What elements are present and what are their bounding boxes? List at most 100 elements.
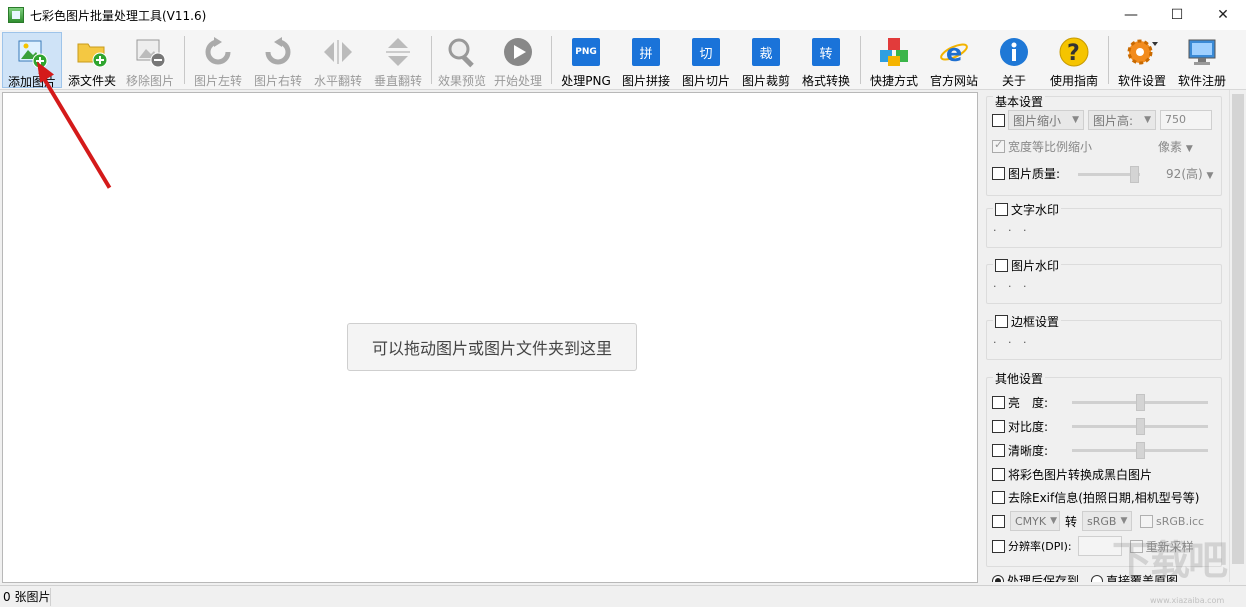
toolbar: 添加图片 添文件夹 移除图片 图片左转 图片右转 水平翻转 垂直翻转 效果预览 … bbox=[0, 30, 1246, 90]
image-list-area[interactable]: 可以拖动图片或图片文件夹到这里 bbox=[2, 92, 978, 583]
quality-label: 图片质量: bbox=[1008, 167, 1061, 181]
grayscale-row: 将彩色图片转换成黑白图片 bbox=[992, 466, 1152, 483]
window-title: 七彩色图片批量处理工具(V11.6) bbox=[30, 8, 207, 23]
toolbar-separator bbox=[1108, 36, 1109, 84]
status-bar: 0 张图片 bbox=[0, 585, 1246, 607]
help-icon: ? bbox=[1058, 36, 1090, 68]
resize-row: 图片缩小 ▼ 图片高: ▼ 750 bbox=[992, 110, 1212, 130]
guide-button[interactable]: ? 使用指南 bbox=[1044, 32, 1104, 88]
overwrite-radio[interactable] bbox=[1091, 574, 1104, 582]
color-from-select[interactable]: CMYK ▼ bbox=[1010, 511, 1060, 531]
site-watermark-url: www.xiazaiba.com bbox=[1150, 596, 1225, 605]
brightness-slider[interactable] bbox=[1072, 394, 1208, 411]
flip-horizontal-icon bbox=[322, 36, 354, 68]
magnifier-icon bbox=[446, 36, 478, 68]
ie-icon: e bbox=[938, 36, 970, 68]
preview-label: 效果预览 bbox=[437, 74, 486, 88]
crop-button[interactable]: 裁 图片裁剪 bbox=[736, 32, 796, 88]
convert-button[interactable]: 转 格式转换 bbox=[796, 32, 856, 88]
grayscale-label: 将彩色图片转换成黑白图片 bbox=[1008, 468, 1153, 482]
dimension-select[interactable]: 图片高: ▼ bbox=[1088, 110, 1156, 130]
resize-mode-select[interactable]: 图片缩小 ▼ bbox=[1008, 110, 1084, 130]
settings-label: 软件设置 bbox=[1117, 74, 1166, 88]
contrast-slider-knob[interactable] bbox=[1136, 418, 1145, 435]
rotate-right-button[interactable]: 图片右转 bbox=[248, 32, 308, 88]
rotate-left-label: 图片左转 bbox=[193, 74, 242, 88]
sharpness-label: 清晰度: bbox=[1008, 444, 1049, 458]
basic-settings-title: 基本设置 bbox=[993, 93, 1046, 110]
settings-button[interactable]: 软件设置 bbox=[1112, 32, 1172, 88]
rotate-left-icon bbox=[202, 36, 234, 68]
remove-image-label: 移除图片 bbox=[125, 74, 174, 88]
crop-label: 图片裁剪 bbox=[741, 74, 790, 88]
scrollbar-thumb[interactable] bbox=[1232, 94, 1244, 564]
slice-icon: 切 bbox=[690, 36, 722, 68]
color-convert-checkbox[interactable] bbox=[992, 514, 1005, 528]
register-button[interactable]: 软件注册 bbox=[1172, 32, 1232, 88]
gear-icon bbox=[1126, 36, 1158, 68]
grayscale-checkbox[interactable] bbox=[992, 468, 1005, 481]
brightness-label: 亮 度: bbox=[1008, 396, 1049, 410]
brightness-checkbox[interactable] bbox=[992, 396, 1005, 409]
to-label: 转 bbox=[1065, 514, 1078, 529]
stitch-button[interactable]: 拼 图片拼接 bbox=[616, 32, 676, 88]
slice-button[interactable]: 切 图片切片 bbox=[676, 32, 736, 88]
keep-ratio-checkbox[interactable] bbox=[992, 138, 1005, 153]
remove-image-icon bbox=[134, 36, 166, 68]
start-button[interactable]: 开始处理 bbox=[488, 32, 548, 88]
flip-vertical-label: 垂直翻转 bbox=[373, 74, 422, 88]
sharpness-slider-knob[interactable] bbox=[1136, 442, 1145, 459]
save-to-radio[interactable] bbox=[992, 574, 1004, 582]
convert-label: 格式转换 bbox=[801, 74, 850, 88]
dpi-checkbox[interactable] bbox=[992, 539, 1005, 553]
border-title[interactable]: 边框设置 bbox=[993, 313, 1062, 330]
register-label: 软件注册 bbox=[1177, 74, 1226, 88]
remove-image-button[interactable]: 移除图片 bbox=[120, 32, 180, 88]
contrast-slider[interactable] bbox=[1072, 418, 1208, 435]
rotate-right-icon bbox=[262, 36, 294, 68]
process-png-button[interactable]: PNG 处理PNG bbox=[556, 32, 616, 88]
contrast-label: 对比度: bbox=[1008, 420, 1049, 434]
flip-horizontal-button[interactable]: 水平翻转 bbox=[308, 32, 368, 88]
keep-ratio-label: 宽度等比例缩小 bbox=[1008, 140, 1093, 154]
text-watermark-title[interactable]: 文字水印 bbox=[993, 201, 1062, 218]
icc-checkbox[interactable] bbox=[1140, 514, 1154, 528]
dimension-input[interactable]: 750 bbox=[1160, 110, 1212, 130]
sharpness-slider[interactable] bbox=[1072, 442, 1208, 459]
add-image-button[interactable]: 添加图片 bbox=[2, 32, 62, 89]
resize-checkbox[interactable] bbox=[992, 113, 1005, 127]
contrast-checkbox[interactable] bbox=[992, 420, 1005, 433]
close-button[interactable]: ✕ bbox=[1200, 0, 1246, 30]
rotate-left-button[interactable]: 图片左转 bbox=[188, 32, 248, 88]
about-button[interactable]: 关于 bbox=[984, 32, 1044, 88]
crop-icon: 裁 bbox=[750, 36, 782, 68]
unit-select[interactable]: 像素 ▼ bbox=[1158, 138, 1193, 155]
keep-ratio-row: 宽度等比例缩小 像素 ▼ bbox=[992, 138, 1193, 155]
website-button[interactable]: e 官方网站 bbox=[924, 32, 984, 88]
brightness-slider-knob[interactable] bbox=[1136, 394, 1145, 411]
quality-slider[interactable] bbox=[1078, 166, 1140, 183]
settings-scrollbar[interactable] bbox=[1229, 90, 1246, 582]
monitor-icon bbox=[1186, 36, 1218, 68]
save-to-label: 处理后保存到 bbox=[1007, 574, 1080, 582]
image-watermark-title[interactable]: 图片水印 bbox=[993, 257, 1062, 274]
sharpness-checkbox[interactable] bbox=[992, 444, 1005, 457]
quality-select[interactable]: 92(高) ▼ bbox=[1166, 165, 1213, 182]
svg-text:e: e bbox=[946, 39, 962, 67]
quality-checkbox[interactable] bbox=[992, 167, 1005, 180]
maximize-button[interactable]: ☐ bbox=[1154, 0, 1200, 30]
preview-button[interactable]: 效果预览 bbox=[432, 32, 492, 88]
cubes-icon bbox=[878, 36, 910, 68]
shortcut-label: 快捷方式 bbox=[869, 74, 918, 88]
remove-exif-checkbox[interactable] bbox=[992, 491, 1005, 504]
icc-label: sRGB.icc bbox=[1156, 514, 1205, 528]
add-folder-button[interactable]: 添文件夹 bbox=[62, 32, 122, 88]
flip-vertical-button[interactable]: 垂直翻转 bbox=[368, 32, 428, 88]
shortcut-button[interactable]: 快捷方式 bbox=[864, 32, 924, 88]
drop-hint: 可以拖动图片或图片文件夹到这里 bbox=[347, 323, 637, 371]
quality-slider-knob[interactable] bbox=[1130, 166, 1139, 183]
stitch-label: 图片拼接 bbox=[621, 74, 670, 88]
window-controls: — ☐ ✕ bbox=[1108, 0, 1246, 30]
contrast-row: 对比度: bbox=[992, 418, 1048, 435]
minimize-button[interactable]: — bbox=[1108, 0, 1154, 30]
